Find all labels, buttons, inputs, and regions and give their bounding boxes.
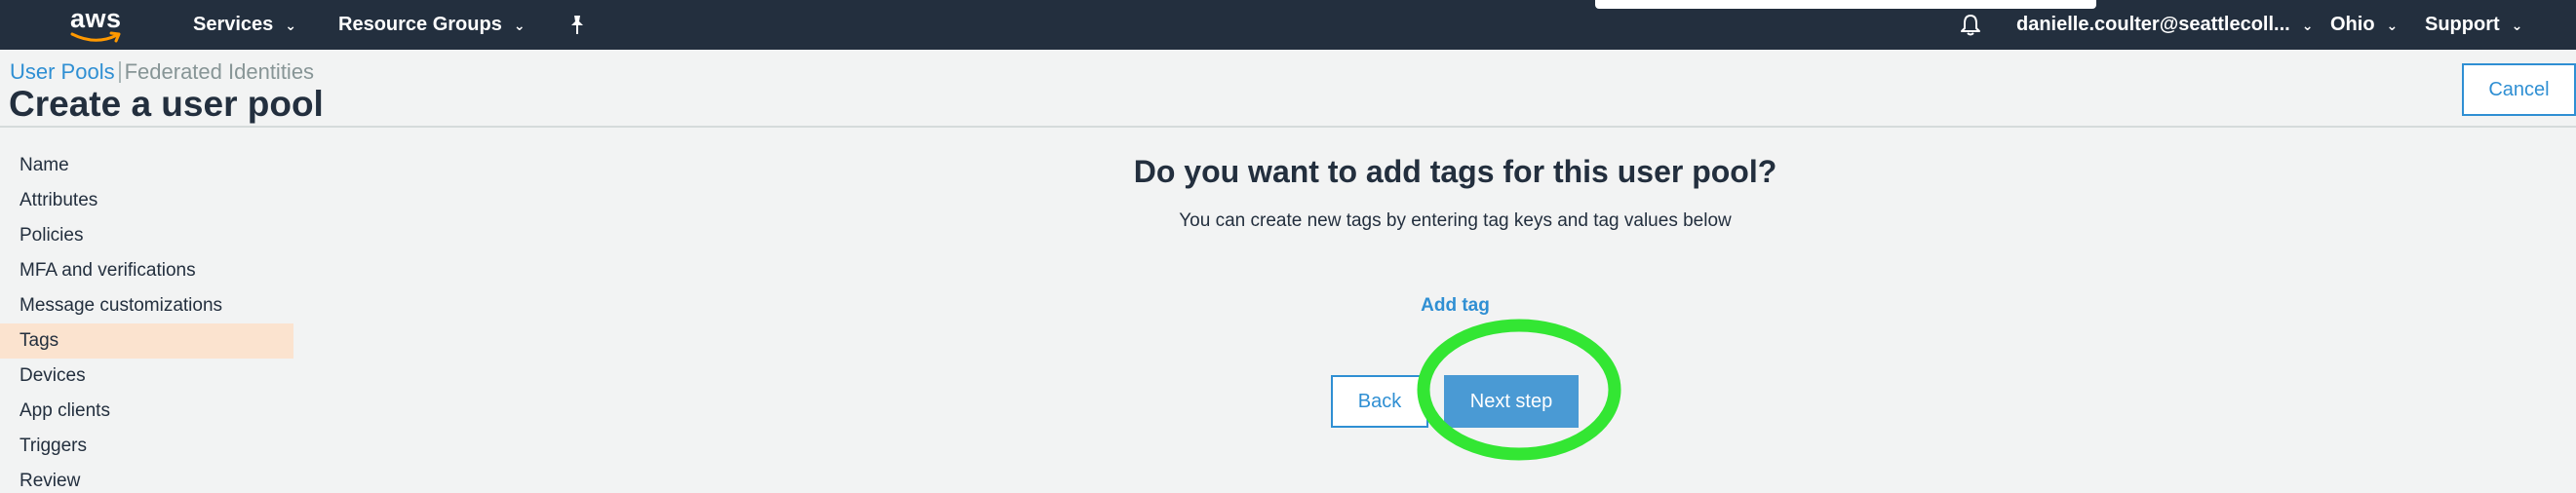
sidebar-item-attributes[interactable]: Attributes (0, 183, 293, 218)
sidebar-item-tags[interactable]: Tags (0, 323, 293, 359)
sidebar-item-devices[interactable]: Devices (0, 359, 293, 394)
sidebar-item-app-clients[interactable]: App clients (0, 394, 293, 429)
cancel-button[interactable]: Cancel (2462, 63, 2576, 116)
resource-groups-menu[interactable]: Resource Groups ⌄ (338, 0, 526, 50)
breadcrumb-divider (118, 61, 121, 83)
pin-icon (571, 15, 583, 34)
support-menu[interactable]: Support ⌄ (2425, 0, 2522, 50)
bell-icon (1961, 14, 1980, 35)
support-label: Support (2425, 14, 2500, 35)
aws-logo[interactable]: aws (68, 4, 127, 43)
sidebar-item-name[interactable]: Name (0, 148, 293, 183)
tab-user-pools[interactable]: User Pools (10, 59, 115, 84)
services-menu[interactable]: Services ⌄ (193, 0, 296, 50)
resource-groups-label: Resource Groups (338, 14, 502, 35)
breadcrumb: User Pools Federated Identities (10, 57, 314, 85)
sidebar-item-policies[interactable]: Policies (0, 218, 293, 253)
section-description: You can create new tags by entering tag … (1179, 210, 1732, 231)
sidebar-item-mfa-verifications[interactable]: MFA and verifications (0, 253, 293, 288)
account-menu[interactable]: danielle.coulter@seattlecoll... ⌄ (2016, 0, 2313, 50)
page-header: User Pools Federated Identities Create a … (0, 50, 2576, 128)
chevron-down-icon: ⌄ (2511, 18, 2523, 33)
back-button[interactable]: Back (1331, 375, 1428, 428)
pin-button[interactable] (567, 0, 587, 50)
region-label: Ohio (2330, 14, 2375, 35)
top-navigation-bar: aws Services ⌄ Resource Groups ⌄ daniell… (0, 0, 2576, 50)
chevron-down-icon: ⌄ (2301, 18, 2314, 33)
section-heading: Do you want to add tags for this user po… (1133, 154, 1777, 189)
add-tag-link[interactable]: Add tag (1394, 295, 1516, 317)
chevron-down-icon: ⌄ (2386, 18, 2399, 33)
aws-smile-icon (70, 31, 121, 43)
region-menu[interactable]: Ohio ⌄ (2330, 0, 2398, 50)
sidebar-item-triggers[interactable]: Triggers (0, 429, 293, 464)
notifications-button[interactable] (1960, 0, 1981, 50)
account-label: danielle.coulter@seattlecoll... (2016, 14, 2290, 35)
chevron-down-icon: ⌄ (513, 18, 526, 33)
tab-federated-identities[interactable]: Federated Identities (125, 59, 314, 84)
page-title: Create a user pool (9, 84, 324, 124)
sidebar-item-message-customizations[interactable]: Message customizations (0, 288, 293, 323)
sidebar-item-review[interactable]: Review (0, 464, 293, 493)
chevron-down-icon: ⌄ (285, 18, 297, 33)
aws-logo-text: aws (70, 4, 122, 33)
next-step-button[interactable]: Next step (1444, 375, 1579, 428)
services-label: Services (193, 14, 274, 35)
wizard-steps-sidebar: Name Attributes Policies MFA and verific… (0, 148, 293, 493)
